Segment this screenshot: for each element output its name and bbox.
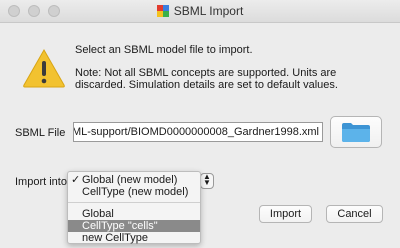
- app-icon: [156, 5, 169, 17]
- note-message: Note: Not all SBML concepts are supporte…: [75, 67, 338, 91]
- browse-folder-button[interactable]: [330, 116, 382, 148]
- menu-item-global[interactable]: Global: [68, 208, 200, 220]
- import-into-select-arrows[interactable]: ▲ ▼: [200, 173, 214, 189]
- menu-item-celltype-new-model[interactable]: CellType (new model): [68, 186, 200, 198]
- checkmark-icon: ✓: [71, 174, 81, 186]
- title-bar: SBML Import: [0, 0, 400, 23]
- sbml-file-path-field[interactable]: BML-support/BIOMD0000000008_Gardner1998.…: [73, 122, 323, 142]
- warning-icon: [23, 48, 65, 88]
- cancel-button[interactable]: Cancel: [326, 205, 383, 223]
- window-title: SBML Import: [173, 4, 244, 18]
- menu-item-global-new-model[interactable]: ✓ Global (new model): [68, 174, 200, 186]
- import-button[interactable]: Import: [259, 205, 312, 223]
- import-into-dropdown-menu: ✓ Global (new model) CellType (new model…: [67, 171, 201, 244]
- folder-icon: [342, 123, 370, 142]
- sbml-file-label: SBML File: [15, 127, 66, 139]
- window-title-area: SBML Import: [0, 4, 400, 18]
- menu-item-new-celltype[interactable]: new CellType: [68, 232, 200, 244]
- sbml-import-dialog: SBML Import Select an SBML model file to…: [0, 0, 400, 248]
- import-into-label: Import into: [15, 176, 67, 188]
- menu-separator: [68, 202, 200, 203]
- menu-item-celltype-cells[interactable]: CellType "cells": [68, 220, 200, 232]
- sbml-file-path-text: BML-support/BIOMD0000000008_Gardner1998.…: [73, 126, 319, 138]
- primary-message: Select an SBML model file to import.: [75, 44, 253, 56]
